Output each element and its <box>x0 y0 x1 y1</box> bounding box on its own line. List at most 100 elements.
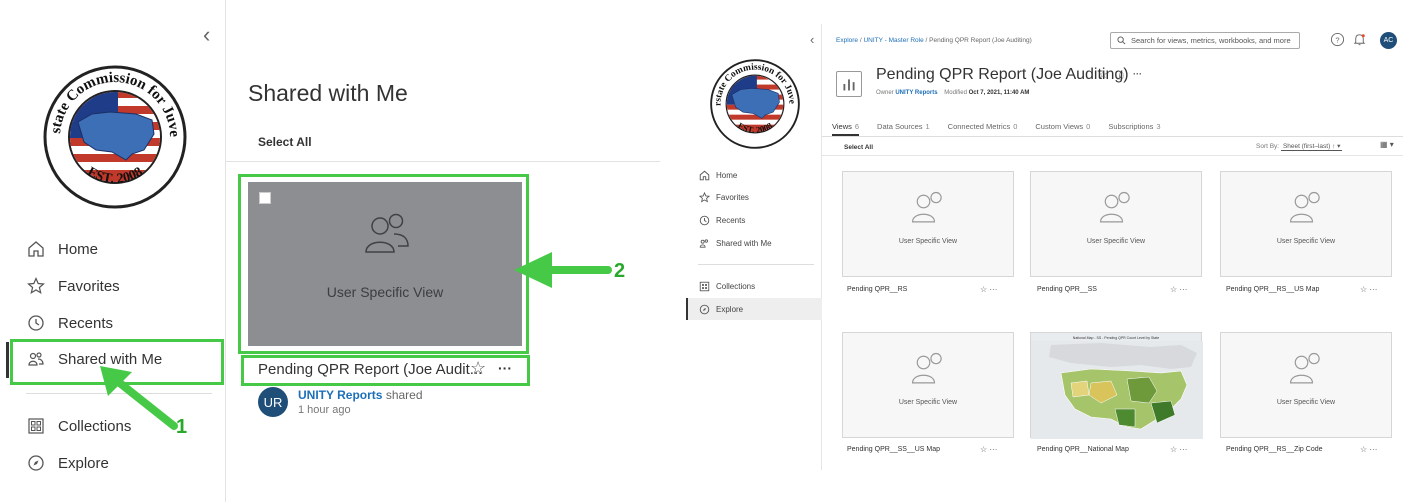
modified-date: Oct 7, 2021, 11:40 AM <box>968 90 1030 96</box>
selected-indicator <box>686 298 688 320</box>
thumbnail-label: User Specific View <box>326 284 444 300</box>
more-actions-icon[interactable]: ··· <box>498 360 512 376</box>
sidebar-item-collections[interactable]: Collections <box>698 277 755 295</box>
sort-dropdown[interactable]: Sheet (first–last) ↑ ▾ <box>1280 142 1343 151</box>
grid-view-icon[interactable]: ▦ ▾ <box>1380 140 1394 149</box>
favorite-star-icon[interactable]: ☆ <box>1098 68 1108 81</box>
user-specific-view-icon <box>1099 191 1130 223</box>
sidebar-item-favorites[interactable]: Favorites <box>26 271 120 301</box>
breadcrumb-project[interactable]: UNITY - Master Role <box>863 37 923 44</box>
national-map-icon <box>1031 341 1203 439</box>
breadcrumb-current: Pending QPR Report (Joe Auditing) <box>929 37 1032 44</box>
view-label[interactable]: Pending QPR__National Map <box>1037 446 1129 453</box>
view-label[interactable]: Pending QPR__SS__US Map <box>847 446 940 453</box>
select-checkbox[interactable] <box>259 192 271 204</box>
owner-name[interactable]: UNITY Reports <box>895 90 937 96</box>
sidebar-item-explore[interactable]: Explore <box>698 300 743 318</box>
tab-data-sources[interactable]: Data Sources 1 <box>877 122 930 136</box>
workbook-thumbnail[interactable]: User Specific View <box>248 182 522 346</box>
search-icon <box>1117 36 1126 45</box>
sidebar-item-label: Favorites <box>716 192 749 202</box>
view-label[interactable]: Pending QPR__RS__US Map <box>1226 286 1319 293</box>
sidebar-item-favorites[interactable]: Favorites <box>698 188 749 206</box>
sidebar-item-explore[interactable]: Explore <box>26 448 109 478</box>
more-actions-icon[interactable]: ··· <box>1133 69 1142 79</box>
view-thumbnail[interactable]: User Specific View <box>1220 171 1392 277</box>
view-actions[interactable]: ☆ ··· <box>1170 285 1187 294</box>
sharer-line: UNITY Reports shared <box>298 388 423 402</box>
collapse-sidebar-icon[interactable]: ‹ <box>810 32 814 47</box>
sort-label: Sort By: <box>1256 143 1280 150</box>
explore-icon <box>698 303 710 315</box>
star-icon <box>26 276 46 296</box>
sidebar-item-label: Explore <box>58 454 109 472</box>
view-actions[interactable]: ☆ ··· <box>1360 285 1377 294</box>
select-all-button[interactable]: Select All <box>844 144 873 151</box>
shared-time: 1 hour ago <box>298 404 351 416</box>
view-thumbnail[interactable]: User Specific View <box>1030 171 1202 277</box>
user-specific-view-icon <box>365 213 409 253</box>
breadcrumb: Explore / UNITY - Master Role / Pending … <box>836 37 1032 44</box>
clock-icon <box>698 214 710 226</box>
sidebar-item-home[interactable]: Home <box>26 234 98 264</box>
arrow-1-icon <box>100 366 178 430</box>
user-avatar[interactable]: AC <box>1380 32 1397 49</box>
view-thumbnail[interactable]: User Specific View <box>842 171 1014 277</box>
sidebar-item-label: Home <box>716 170 738 180</box>
shared-word: shared <box>385 388 423 402</box>
sharer-name[interactable]: UNITY Reports <box>298 388 382 402</box>
tab-custom-views[interactable]: Custom Views 0 <box>1035 122 1090 136</box>
help-icon[interactable]: ? <box>1330 32 1345 47</box>
breadcrumb-explore[interactable]: Explore <box>836 37 858 44</box>
view-thumbnail[interactable]: User Specific View <box>1220 332 1392 438</box>
sidebar-item-recents[interactable]: Recents <box>26 308 113 338</box>
sidebar: ‹ Interstate Commission for Juveniles ES… <box>686 24 822 470</box>
user-specific-view-icon <box>1289 352 1320 384</box>
info-icon[interactable]: ⓘ <box>1115 69 1124 82</box>
search-input[interactable]: Search for views, metrics, workbooks, an… <box>1110 32 1300 49</box>
view-actions[interactable]: ☆ ··· <box>980 445 997 454</box>
sidebar-item-label: Collections <box>716 281 756 291</box>
home-icon <box>26 239 46 259</box>
workbook-icon <box>836 71 862 97</box>
view-label[interactable]: Pending QPR__RS__Zip Code <box>1226 446 1323 453</box>
sidebar-item-shared-with-me[interactable]: Shared with Me <box>698 234 772 252</box>
sidebar-item-label: Recents <box>58 314 114 332</box>
star-icon <box>698 191 710 203</box>
collections-icon <box>26 416 46 436</box>
callout-number-1: 1 <box>176 416 188 438</box>
left-screenshot: ‹ Interstate Commission for Juveniles ES… <box>0 0 660 502</box>
favorite-star-icon[interactable]: ☆ <box>470 358 486 379</box>
view-actions[interactable]: ☆ ··· <box>1170 445 1187 454</box>
breadcrumb-separator: / <box>859 37 862 44</box>
view-thumbnail-map[interactable]: National Map - SS - Pending QPR Count Le… <box>1030 332 1203 439</box>
view-actions[interactable]: ☆ ··· <box>980 285 997 294</box>
thumbnail-label: User Specific View <box>1276 399 1336 406</box>
notifications-bell-icon[interactable] <box>1352 32 1367 47</box>
svg-text:?: ? <box>1335 35 1339 44</box>
thumbnail-label: User Specific View <box>1276 238 1336 245</box>
tab-views[interactable]: Views 6 <box>832 122 860 136</box>
select-all-button[interactable]: Select All <box>258 135 312 149</box>
collapse-sidebar-icon[interactable]: ‹ <box>203 22 210 48</box>
home-icon <box>698 169 710 181</box>
header-divider <box>226 161 660 162</box>
workbook-title[interactable]: Pending QPR Report (Joe Audit... <box>258 361 482 378</box>
view-thumbnail[interactable]: User Specific View <box>842 332 1014 438</box>
sidebar-item-home[interactable]: Home <box>698 166 737 184</box>
sidebar-item-label: Shared with Me <box>716 238 772 248</box>
sort-control: Sort By: Sheet (first–last) ↑ ▾ <box>1256 142 1343 151</box>
view-label[interactable]: Pending QPR__RS <box>847 286 907 293</box>
tab-connected-metrics[interactable]: Connected Metrics 0 <box>948 122 1018 136</box>
workbook-title: Pending QPR Report (Joe Auditing) <box>876 66 1129 83</box>
arrow-2-icon <box>514 252 612 288</box>
sidebar-item-recents[interactable]: Recents <box>698 211 745 229</box>
explore-icon <box>26 453 46 473</box>
right-screenshot: ‹ Interstate Commission for Juveniles ES… <box>686 24 1403 470</box>
view-label[interactable]: Pending QPR__SS <box>1037 286 1097 293</box>
tab-subscriptions[interactable]: Subscriptions 3 <box>1108 122 1160 136</box>
search-placeholder: Search for views, metrics, workbooks, an… <box>1131 36 1291 45</box>
page-title: Shared with Me <box>248 80 408 106</box>
view-actions[interactable]: ☆ ··· <box>1360 445 1377 454</box>
thumbnail-label: User Specific View <box>1086 238 1146 245</box>
